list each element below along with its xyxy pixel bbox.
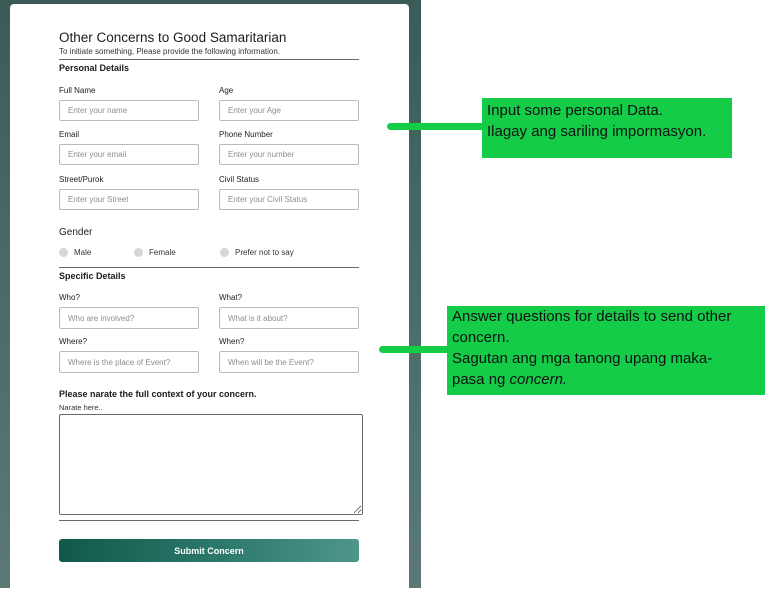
bottom-divider: [59, 520, 359, 521]
radio-circle-icon[interactable]: [220, 248, 229, 257]
specific-details-heading: Specific Details: [59, 271, 126, 281]
note-line-prefix: pasa ng: [452, 371, 510, 388]
when-label: When?: [219, 337, 245, 346]
street-input[interactable]: [59, 189, 199, 210]
note-connector-specific: [379, 346, 454, 353]
personal-details-heading: Personal Details: [59, 63, 130, 73]
who-label: Who?: [59, 293, 80, 302]
form-title: Other Concerns to Good Samaritarian: [59, 30, 287, 45]
narrate-heading: Please narate the full context of your c…: [59, 389, 257, 399]
note-line-emphasis: concern.: [509, 371, 568, 388]
what-label: What?: [219, 293, 243, 302]
note-personal-data: Input some personal Data. Ilagay ang sar…: [482, 98, 732, 158]
age-label: Age: [219, 86, 234, 95]
email-label: Email: [59, 130, 80, 139]
gender-option-female[interactable]: Female: [134, 248, 176, 257]
note-line-last: pasa ng concern.: [452, 369, 760, 390]
narrate-label: Narate here..: [59, 403, 103, 412]
note-connector-personal: [387, 123, 487, 130]
note-line: Input some personal Data.: [487, 102, 663, 119]
gender-option-prefer-not[interactable]: Prefer not to say: [220, 248, 294, 257]
radio-circle-icon[interactable]: [134, 248, 143, 257]
note-line: concern.: [452, 329, 510, 346]
full-name-label: Full Name: [59, 86, 96, 95]
note-line: Sagutan ang mga tanong upang maka-: [452, 350, 713, 367]
who-input[interactable]: [59, 307, 199, 329]
what-input[interactable]: [219, 307, 359, 329]
concern-textarea[interactable]: [59, 414, 363, 515]
section-divider: [59, 267, 359, 268]
where-input[interactable]: [59, 351, 199, 373]
radio-circle-icon[interactable]: [59, 248, 68, 257]
title-divider: [59, 59, 359, 60]
note-line: Answer questions for details to send oth…: [452, 308, 732, 325]
gender-option-male[interactable]: Male: [59, 248, 91, 257]
full-name-input[interactable]: [59, 100, 199, 121]
when-input[interactable]: [219, 351, 359, 373]
note-line: Ilagay ang sariling impormasyon.: [487, 123, 707, 140]
form-subtitle: To initiate something, Please provide th…: [59, 47, 281, 56]
phone-label: Phone Number: [219, 130, 273, 139]
civil-status-label: Civil Status: [219, 175, 260, 184]
gender-label: Gender: [59, 227, 93, 238]
civil-status-input[interactable]: [219, 189, 359, 210]
submit-concern-button[interactable]: Submit Concern: [59, 539, 359, 562]
where-label: Where?: [59, 337, 88, 346]
phone-input[interactable]: [219, 144, 359, 165]
gender-option-label: Prefer not to say: [235, 248, 294, 257]
gender-option-label: Male: [74, 248, 92, 257]
gender-option-label: Female: [149, 248, 176, 257]
email-input[interactable]: [59, 144, 199, 165]
age-input[interactable]: [219, 100, 359, 121]
street-label: Street/Purok: [59, 175, 104, 184]
note-specific-details: Answer questions for details to send oth…: [447, 306, 765, 395]
